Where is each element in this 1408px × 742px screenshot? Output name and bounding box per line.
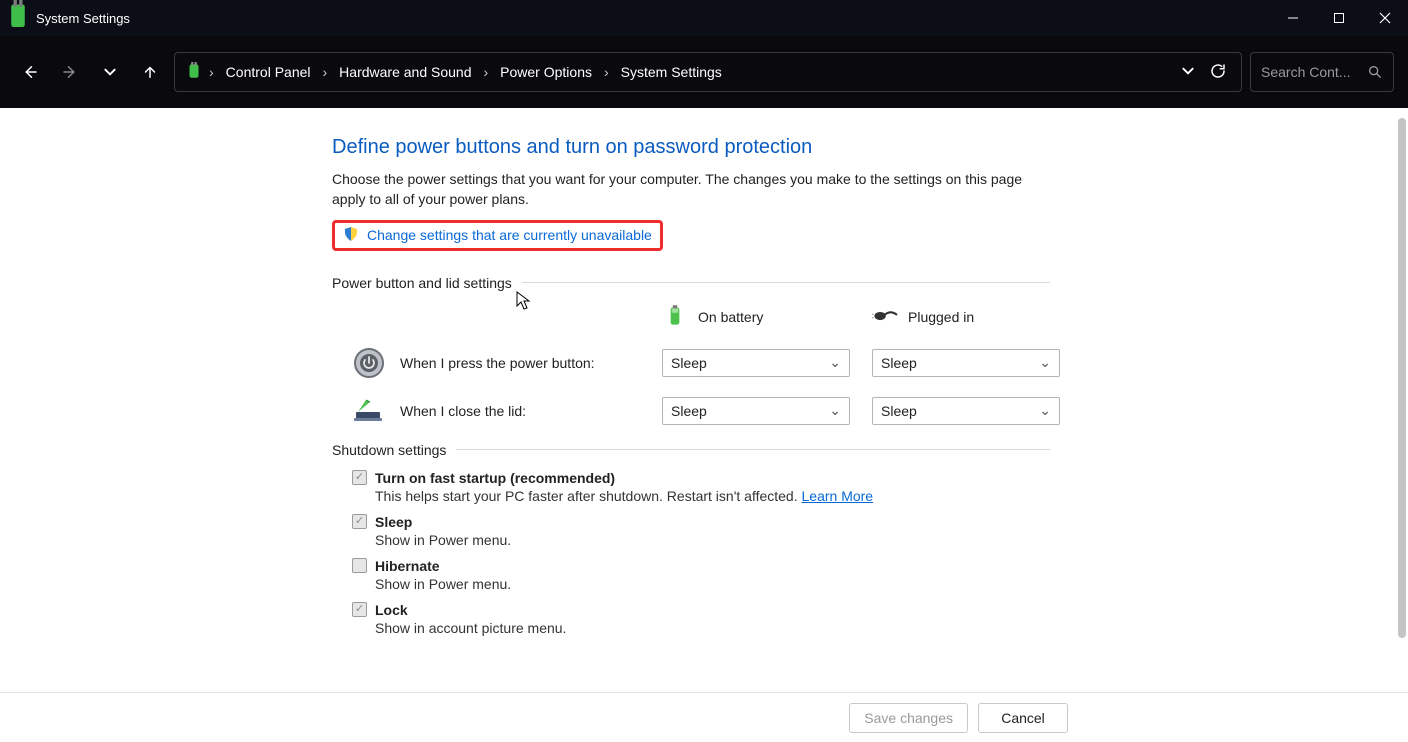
chevron-right-icon: › — [321, 64, 330, 80]
checkbox-lock[interactable] — [352, 602, 367, 617]
plug-icon — [872, 303, 898, 332]
select-lid-battery[interactable]: Sleep ⌄ — [662, 397, 850, 425]
search-input[interactable]: Search Cont... — [1250, 52, 1394, 92]
chevron-down-icon: ⌄ — [1039, 402, 1051, 419]
section-power-button: Power button and lid settings — [332, 275, 1050, 291]
shutdown-item-fast-startup: Turn on fast startup (recommended) This … — [352, 470, 1050, 504]
item-description: Show in Power menu. — [375, 532, 1050, 548]
shutdown-item-hibernate: Hibernate Show in Power menu. — [352, 558, 1050, 592]
item-description: Show in Power menu. — [375, 576, 1050, 592]
learn-more-link[interactable]: Learn More — [802, 488, 874, 504]
change-unavailable-settings-link[interactable]: Change settings that are currently unava… — [367, 227, 652, 243]
shutdown-item-sleep: Sleep Show in Power menu. — [352, 514, 1050, 548]
app-icon — [0, 0, 36, 36]
column-label: Plugged in — [908, 309, 974, 325]
row-press-power: When I press the power button: — [352, 346, 652, 380]
up-button[interactable] — [134, 56, 166, 88]
item-description: Show in account picture menu. — [375, 620, 1050, 636]
battery-icon — [662, 303, 688, 332]
chevron-down-icon[interactable] — [1181, 64, 1195, 81]
checkbox-hibernate[interactable] — [352, 558, 367, 573]
save-button[interactable]: Save changes — [849, 703, 968, 733]
chevron-right-icon: › — [602, 64, 611, 80]
back-button[interactable] — [14, 56, 46, 88]
cancel-button[interactable]: Cancel — [978, 703, 1068, 733]
chevron-down-icon: ⌄ — [829, 354, 841, 371]
select-value: Sleep — [671, 355, 707, 371]
column-on-battery: On battery — [662, 303, 862, 332]
checkbox-fast-startup[interactable] — [352, 470, 367, 485]
chevron-down-icon: ⌄ — [829, 402, 841, 419]
chevron-down-icon: ⌄ — [1039, 354, 1051, 371]
recent-locations-button[interactable] — [94, 56, 126, 88]
divider — [522, 282, 1050, 283]
forward-button[interactable] — [54, 56, 86, 88]
row-label-text: When I close the lid: — [400, 403, 526, 419]
chevron-right-icon: › — [207, 64, 216, 80]
section-label: Power button and lid settings — [332, 275, 512, 291]
item-description: This helps start your PC faster after sh… — [375, 488, 1050, 504]
select-value: Sleep — [881, 355, 917, 371]
column-plugged-in: Plugged in — [872, 303, 1072, 332]
select-value: Sleep — [881, 403, 917, 419]
power-button-icon — [352, 346, 386, 380]
page-subtitle: Choose the power settings that you want … — [332, 169, 1032, 210]
page-title: Define power buttons and turn on passwor… — [332, 136, 1050, 159]
divider — [456, 449, 1050, 450]
power-plan-icon — [185, 62, 203, 83]
row-close-lid: When I close the lid: — [352, 394, 652, 428]
footer: Save changes Cancel — [0, 692, 1408, 742]
checkbox-sleep[interactable] — [352, 514, 367, 529]
breadcrumb-item[interactable]: Power Options — [494, 60, 598, 84]
shutdown-item-lock: Lock Show in account picture menu. — [352, 602, 1050, 636]
breadcrumb-item[interactable]: System Settings — [615, 60, 728, 84]
select-power-battery[interactable]: Sleep ⌄ — [662, 349, 850, 377]
breadcrumb-item[interactable]: Hardware and Sound — [333, 60, 477, 84]
checkbox-label: Hibernate — [375, 558, 440, 574]
row-label-text: When I press the power button: — [400, 355, 595, 371]
checkbox-label: Lock — [375, 602, 408, 618]
laptop-lid-icon — [352, 394, 386, 428]
window-title: System Settings — [36, 11, 1270, 26]
chevron-right-icon: › — [481, 64, 490, 80]
minimize-button[interactable] — [1270, 0, 1316, 36]
maximize-button[interactable] — [1316, 0, 1362, 36]
close-button[interactable] — [1362, 0, 1408, 36]
refresh-button[interactable] — [1209, 62, 1227, 83]
search-placeholder: Search Cont... — [1261, 64, 1367, 80]
checkbox-label: Turn on fast startup (recommended) — [375, 470, 615, 486]
uac-link-highlight: Change settings that are currently unava… — [332, 220, 663, 251]
select-lid-plugged[interactable]: Sleep ⌄ — [872, 397, 1060, 425]
scrollbar[interactable] — [1398, 118, 1406, 638]
content-area: Define power buttons and turn on passwor… — [0, 108, 1408, 692]
address-bar[interactable]: › Control Panel › Hardware and Sound › P… — [174, 52, 1242, 92]
breadcrumb-item[interactable]: Control Panel — [220, 60, 317, 84]
select-power-plugged[interactable]: Sleep ⌄ — [872, 349, 1060, 377]
navbar: › Control Panel › Hardware and Sound › P… — [0, 36, 1408, 108]
column-label: On battery — [698, 309, 763, 325]
checkbox-label: Sleep — [375, 514, 412, 530]
select-value: Sleep — [671, 403, 707, 419]
shield-icon — [343, 226, 359, 245]
section-label: Shutdown settings — [332, 442, 446, 458]
search-icon — [1367, 64, 1383, 80]
titlebar: System Settings — [0, 0, 1408, 36]
section-shutdown: Shutdown settings — [332, 442, 1050, 458]
